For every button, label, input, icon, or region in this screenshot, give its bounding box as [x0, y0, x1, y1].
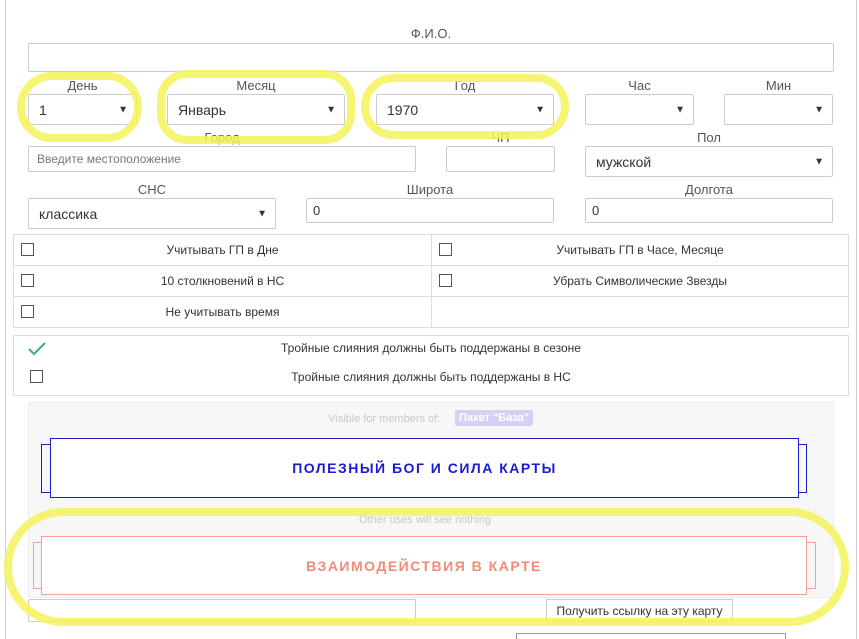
cns-select[interactable]: классика ▼: [28, 198, 276, 229]
checkbox[interactable]: [21, 243, 34, 256]
season-option-label: Тройные слияния должны быть поддержаны в…: [291, 370, 571, 384]
interactions-button[interactable]: ВЗАИМОДЕЙСТВИЯ В КАРТЕ: [41, 536, 807, 595]
lon-input[interactable]: 0: [585, 198, 833, 223]
tz-label: ЧП: [491, 130, 510, 145]
options-grid: Учитывать ГП в Дне Учитывать ГП в Часе, …: [13, 234, 849, 328]
empty-cell: [432, 297, 848, 327]
sex-value: мужской: [596, 153, 652, 170]
checkbox[interactable]: [21, 305, 34, 318]
month-select[interactable]: Январь ▼: [167, 94, 345, 125]
city-label: Город: [204, 130, 240, 145]
get-link-button[interactable]: Получить ссылку на эту карту: [546, 599, 733, 622]
hour-label: Час: [628, 78, 651, 93]
month-label: Месяц: [236, 78, 276, 93]
checkbox[interactable]: [21, 274, 34, 287]
caret-down-icon: ▼: [535, 104, 545, 115]
month-value: Январь: [178, 101, 226, 118]
caret-down-icon: ▼: [118, 104, 128, 115]
year-label: Год: [454, 78, 476, 93]
other-users-text: Other uses will see nothing: [359, 514, 492, 526]
option-label: 10 столкновений в НС: [160, 274, 285, 288]
caret-down-icon: ▼: [814, 104, 824, 115]
checkbox[interactable]: [439, 274, 452, 287]
year-value: 1970: [387, 101, 419, 118]
sex-select[interactable]: мужской ▼: [585, 146, 833, 177]
option-label: Учитывать ГП в Дне: [166, 243, 279, 257]
cns-value: классика: [39, 205, 98, 222]
cns-label: СНС: [137, 182, 167, 197]
lon-label: Долгота: [685, 182, 733, 197]
year-select[interactable]: 1970 ▼: [376, 94, 554, 125]
link-output[interactable]: [28, 599, 416, 622]
option-10-collisions[interactable]: 10 столкновений в НС: [14, 266, 432, 297]
day-label: День: [67, 78, 98, 93]
caret-down-icon: ▼: [675, 104, 685, 115]
sex-label: Пол: [697, 130, 721, 145]
hour-select[interactable]: ▼: [585, 94, 694, 125]
lat-input[interactable]: 0: [306, 198, 554, 223]
option-remove-stars[interactable]: Убрать Символические Звезды: [432, 266, 848, 297]
fio-input[interactable]: [28, 43, 834, 72]
package-badge: Пакет "База": [455, 410, 533, 426]
option-label: Учитывать ГП в Часе, Месяце: [556, 243, 724, 257]
option-ignore-time[interactable]: Не учитывать время: [14, 297, 432, 327]
useful-god-button[interactable]: ПОЛЕЗНЫЙ БОГ И СИЛА КАРТЫ: [50, 438, 799, 498]
option-gp-hour-month[interactable]: Учитывать ГП в Часе, Месяце: [432, 235, 848, 266]
min-label: Мин: [765, 78, 792, 93]
option-label: Не учитывать время: [165, 305, 280, 319]
tz-input[interactable]: [446, 146, 555, 172]
caret-down-icon: ▼: [814, 156, 824, 167]
option-label: Убрать Символические Звезды: [552, 274, 728, 288]
season-options: Тройные слияния должны быть поддержаны в…: [13, 335, 849, 396]
min-select[interactable]: ▼: [724, 94, 833, 125]
checkbox[interactable]: [439, 243, 452, 256]
city-input[interactable]: Введите местоположение: [28, 146, 416, 172]
option-gp-day[interactable]: Учитывать ГП в Дне: [14, 235, 432, 266]
dropdown-edge: [516, 633, 786, 639]
season-option-label: Тройные слияния должны быть поддержаны в…: [281, 341, 581, 355]
caret-down-icon: ▼: [257, 208, 267, 219]
lat-label: Широта: [406, 182, 454, 197]
fio-label: Ф.И.О.: [410, 26, 452, 41]
day-value: 1: [39, 101, 47, 118]
caret-down-icon: ▼: [326, 104, 336, 115]
visible-for-text: Visible for members of:: [328, 413, 441, 425]
day-select[interactable]: 1 ▼: [28, 94, 137, 125]
